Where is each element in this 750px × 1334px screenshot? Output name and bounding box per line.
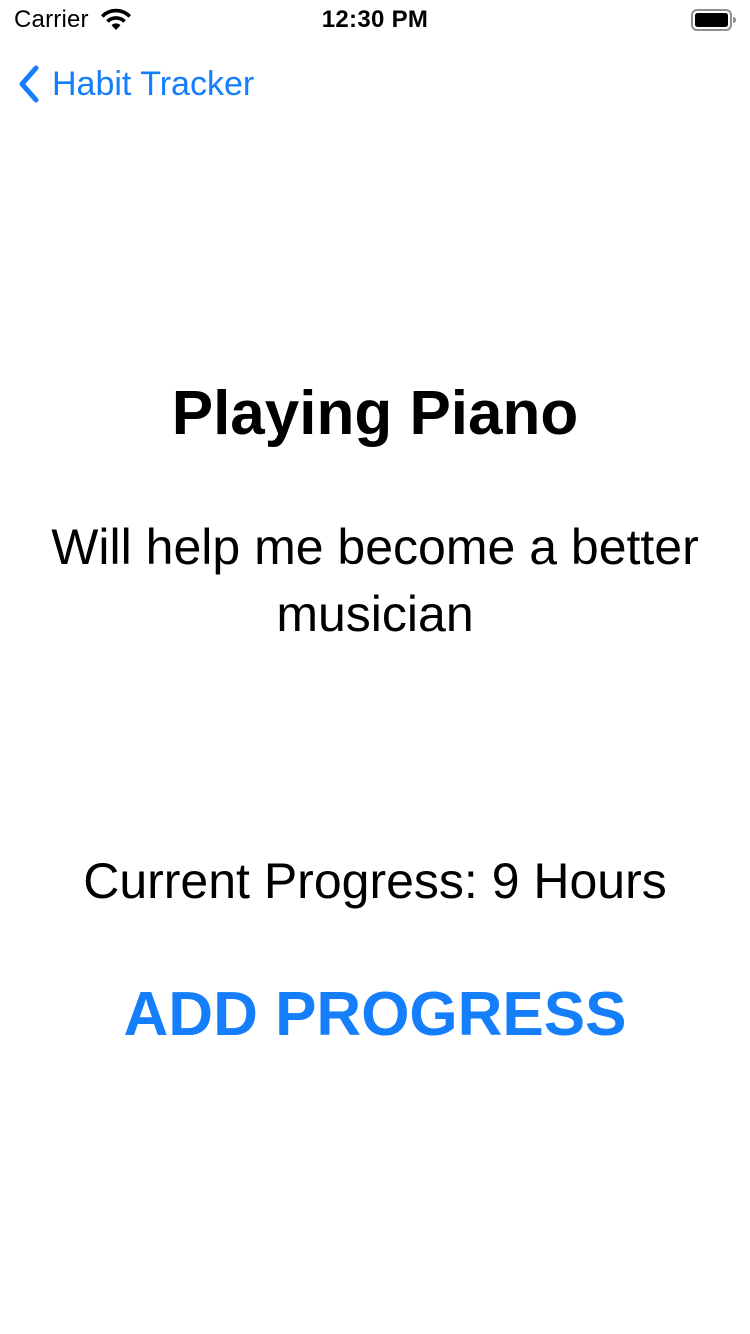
chevron-left-icon xyxy=(19,65,39,103)
status-bar: Carrier 12:30 PM xyxy=(0,0,750,40)
status-time: 12:30 PM xyxy=(321,6,429,33)
back-button-label: Habit Tracker xyxy=(52,65,255,103)
current-progress-label: Current Progress: 9 Hours xyxy=(83,853,667,909)
add-progress-button[interactable]: ADD PROGRESS xyxy=(100,978,650,1052)
battery-icon xyxy=(691,8,737,32)
habit-title: Playing Piano xyxy=(171,379,579,448)
back-button[interactable]: Habit Tracker xyxy=(14,58,254,110)
habit-description: Will help me become a better musician xyxy=(51,519,699,642)
